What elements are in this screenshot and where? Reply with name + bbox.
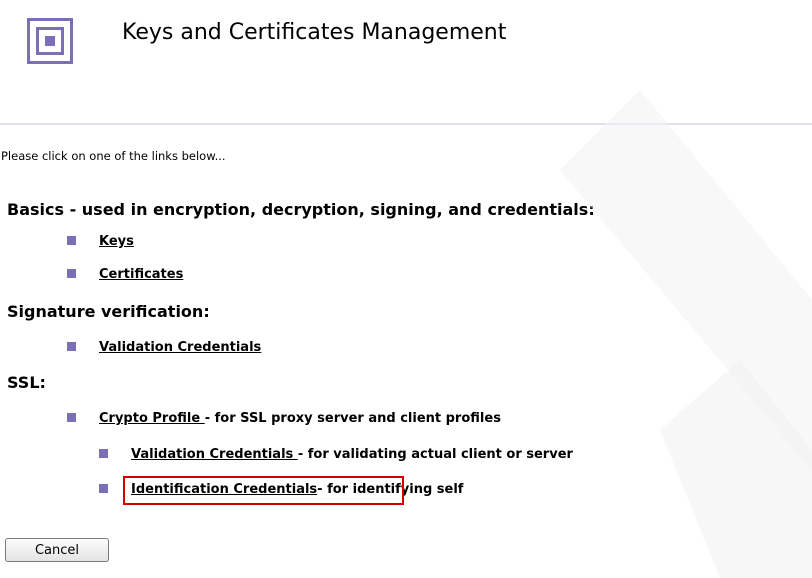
crypto-profile-description: - for SSL proxy server and client profil… <box>204 411 501 426</box>
link-validation-credentials[interactable]: Validation Credentials <box>99 339 261 357</box>
section-heading-signature: Signature verification: <box>7 302 210 321</box>
square-bullet-icon <box>67 236 76 245</box>
ssl-validation-description: - for validating actual client or server <box>297 447 573 462</box>
link-ssl-validation-credentials[interactable]: Validation Credentials <box>131 447 298 462</box>
page-header: Keys and Certificates Management <box>0 0 812 124</box>
page-title: Keys and Certificates Management <box>122 20 507 45</box>
square-bullet-icon <box>99 484 108 493</box>
section-heading-ssl: SSL: <box>7 373 46 392</box>
instruction-text: Please click on one of the links below..… <box>1 149 226 163</box>
square-bullet-icon <box>67 413 76 422</box>
section-heading-basics: Basics - used in encryption, decryption,… <box>7 200 595 219</box>
square-bullet-icon <box>99 449 108 458</box>
link-crypto-profile[interactable]: Crypto Profile <box>99 411 205 426</box>
link-certificates[interactable]: Certificates <box>99 266 183 284</box>
square-bullet-icon <box>67 342 76 351</box>
link-keys[interactable]: Keys <box>99 233 134 251</box>
header-divider <box>0 123 812 125</box>
cancel-button[interactable]: Cancel <box>5 538 109 562</box>
highlight-box <box>123 476 404 505</box>
square-bullet-icon <box>67 269 76 278</box>
app-logo-icon <box>27 18 73 64</box>
